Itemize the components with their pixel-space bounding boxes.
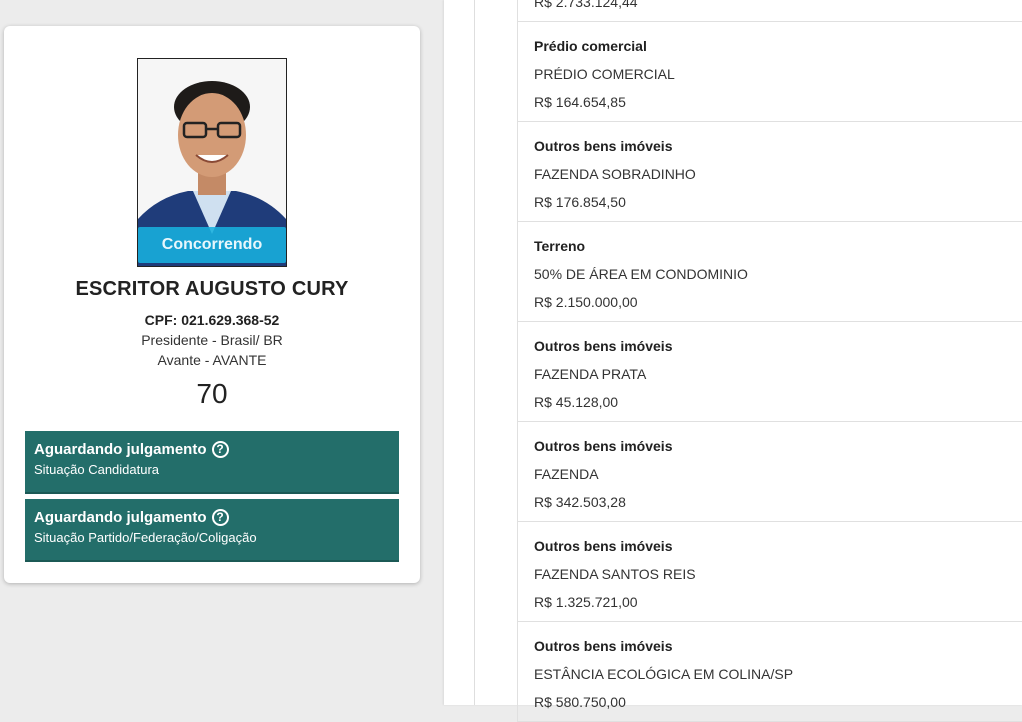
asset-value: R$ 176.854,50 <box>534 194 626 210</box>
party-status-title: Aguardando julgamento <box>34 509 207 526</box>
asset-description: 50% DE ÁREA EM CONDOMINIO <box>534 266 748 282</box>
list-item: Outros bens imóveis FAZENDA PRATA R$ 45.… <box>518 322 1022 422</box>
candidacy-status-ribbon: Concorrendo <box>138 227 286 263</box>
list-item: Terreno 50% DE ÁREA EM CONDOMINIO R$ 2.1… <box>518 222 1022 322</box>
assets-panel: R$ 2.733.124,44 Prédio comercial PRÉDIO … <box>474 0 1022 722</box>
candidacy-status-box: Aguardando julgamento ? Situação Candida… <box>25 431 399 494</box>
asset-list: R$ 2.733.124,44 Prédio comercial PRÉDIO … <box>517 0 1022 722</box>
candidate-cpf: CPF: 021.629.368-52 <box>144 312 280 328</box>
asset-description: PRÉDIO COMERCIAL <box>534 66 675 82</box>
asset-description: ESTÂNCIA ECOLÓGICA EM COLINA/SP <box>534 666 794 682</box>
asset-value: R$ 2.733.124,44 <box>534 0 638 10</box>
question-circle-icon[interactable]: ? <box>211 441 229 458</box>
asset-type: Outros bens imóveis <box>534 438 673 454</box>
candidate-number: 70 <box>196 378 228 409</box>
asset-type: Prédio comercial <box>534 38 647 54</box>
party-status-box: Aguardando julgamento ? Situação Partido… <box>25 499 399 562</box>
list-item: R$ 2.733.124,44 <box>518 0 1022 22</box>
asset-value: R$ 2.150.000,00 <box>534 294 638 310</box>
asset-description: FAZENDA SANTOS REIS <box>534 566 696 582</box>
candidate-photo: Concorrendo <box>137 58 287 267</box>
candidacy-status-title: Aguardando julgamento <box>34 441 207 458</box>
asset-value: R$ 580.750,00 <box>534 694 626 710</box>
asset-type: Outros bens imóveis <box>534 538 673 554</box>
asset-value: R$ 164.654,85 <box>534 94 626 110</box>
asset-description: FAZENDA PRATA <box>534 366 647 382</box>
asset-type: Outros bens imóveis <box>534 138 673 154</box>
list-item: Outros bens imóveis FAZENDA SANTOS REIS … <box>518 522 1022 622</box>
list-item: Prédio comercial PRÉDIO COMERCIAL R$ 164… <box>518 22 1022 122</box>
list-item: Outros bens imóveis FAZENDA R$ 342.503,2… <box>518 422 1022 522</box>
asset-value: R$ 342.503,28 <box>534 494 626 510</box>
asset-type: Outros bens imóveis <box>534 638 673 654</box>
party-status-subtitle: Situação Partido/Federação/Coligação <box>34 530 257 545</box>
candidacy-status-subtitle: Situação Candidatura <box>34 462 160 477</box>
list-item: Outros bens imóveis ESTÂNCIA ECOLÓGICA E… <box>518 622 1022 722</box>
candidate-pane: Concorrendo ESCRITOR AUGUSTO CURY CPF: 0… <box>0 0 444 705</box>
candidate-card: Concorrendo ESCRITOR AUGUSTO CURY CPF: 0… <box>4 26 420 583</box>
asset-type: Terreno <box>534 238 586 254</box>
question-circle-icon[interactable]: ? <box>211 509 229 526</box>
list-item: Outros bens imóveis FAZENDA SOBRADINHO R… <box>518 122 1022 222</box>
asset-type: Outros bens imóveis <box>534 338 673 354</box>
assets-pane: R$ 2.733.124,44 Prédio comercial PRÉDIO … <box>444 0 1022 722</box>
asset-value: R$ 45.128,00 <box>534 394 619 410</box>
asset-description: FAZENDA <box>534 466 599 482</box>
candidate-party: Avante - AVANTE <box>157 352 267 368</box>
asset-description: FAZENDA SOBRADINHO <box>534 166 696 182</box>
candidate-name: ESCRITOR AUGUSTO CURY <box>75 278 349 300</box>
candidate-office: Presidente - Brasil/ BR <box>141 332 283 348</box>
asset-value: R$ 1.325.721,00 <box>534 594 638 610</box>
